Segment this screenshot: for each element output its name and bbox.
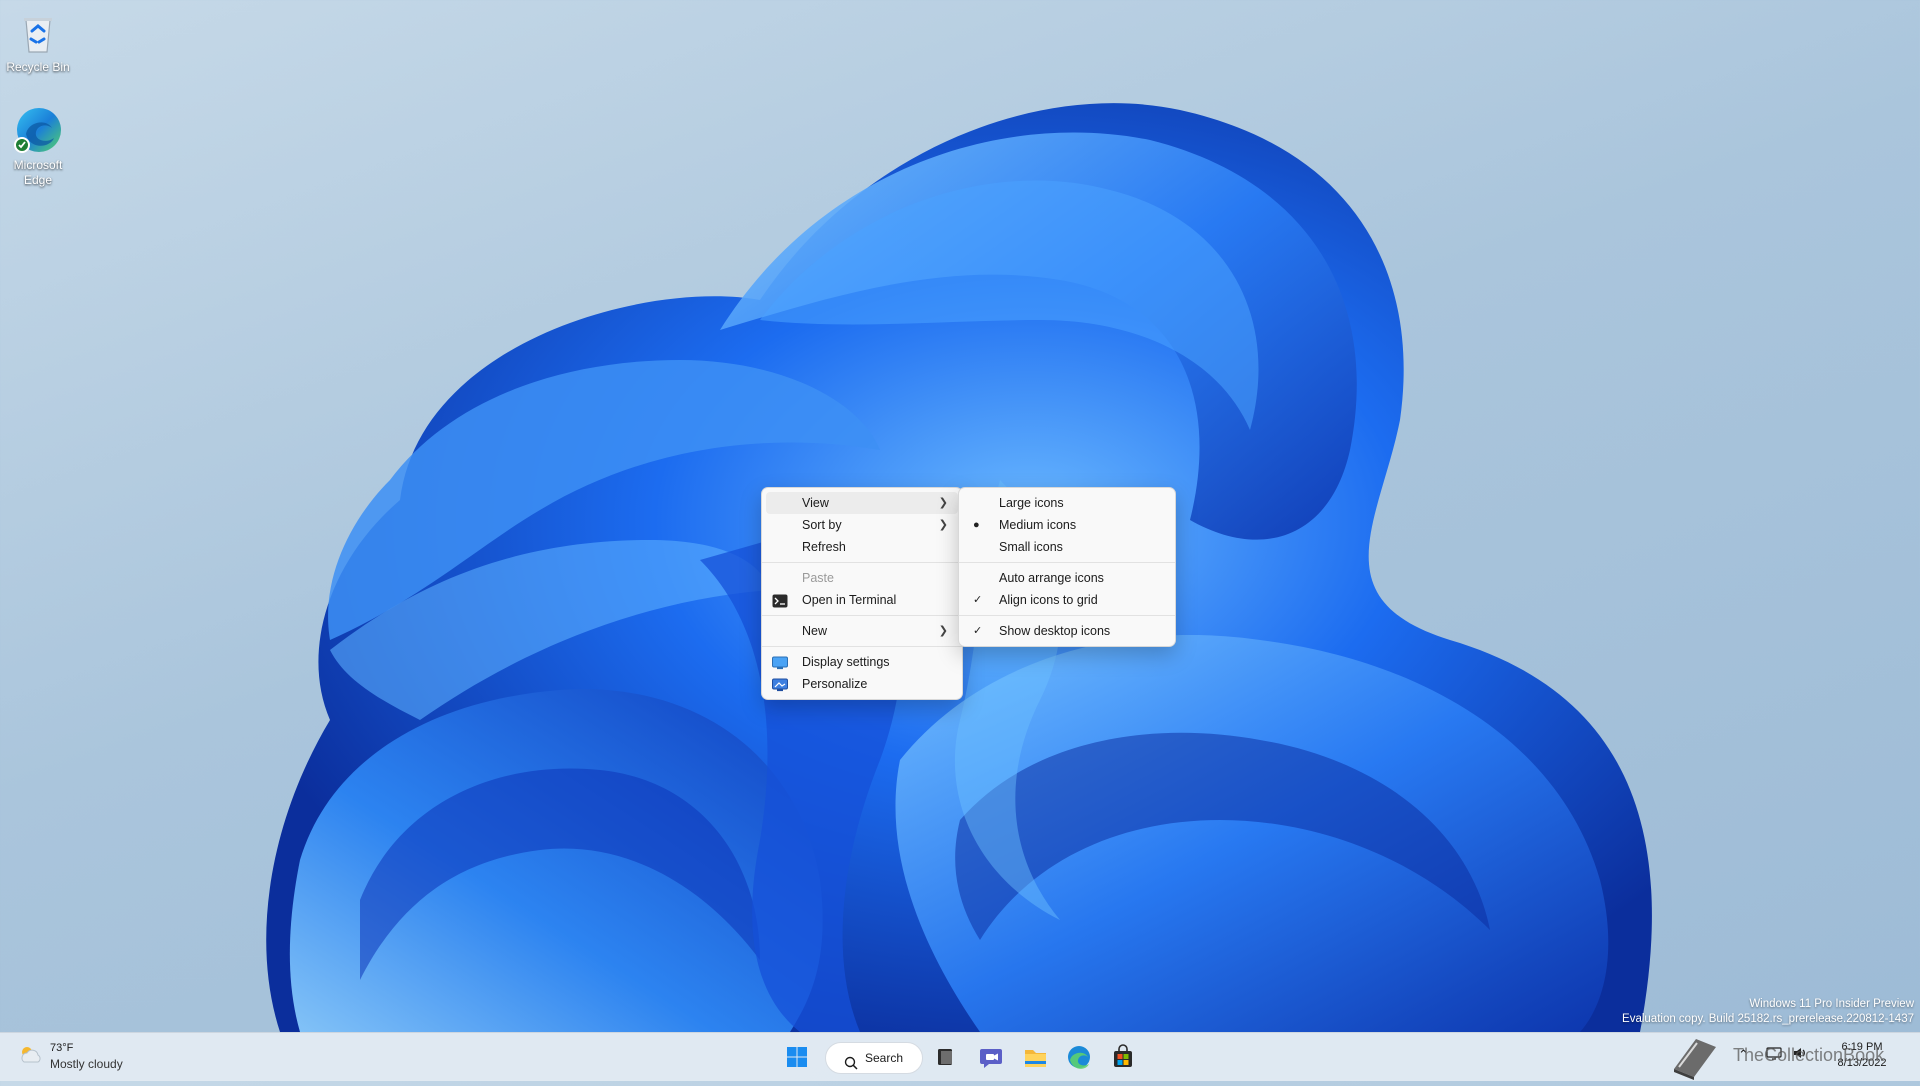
store-icon (1114, 1044, 1132, 1067)
submenu-item-align-to-grid[interactable]: ✓ Align icons to grid (963, 589, 1171, 611)
menu-item-refresh-label: Refresh (802, 540, 846, 554)
checkmark-icon: ✓ (973, 594, 983, 606)
menu-item-new-label: New (802, 624, 828, 638)
build-watermark-line1: Windows 11 Pro Insider Preview (1749, 998, 1914, 1010)
menu-separator (959, 615, 1175, 616)
build-watermark-line2: Evaluation copy. Build 25182.rs_prerelea… (1622, 1013, 1914, 1025)
show-icons-label: Show desktop icons (999, 624, 1111, 638)
menu-separator (762, 615, 962, 616)
menu-item-paste: Paste (766, 567, 958, 589)
weather-condition: Mostly cloudy (50, 1057, 123, 1071)
display-settings-icon (772, 655, 788, 670)
chevron-right-icon: ❯ (938, 625, 948, 637)
weather-temp: 73°F (50, 1042, 74, 1054)
weather-widget[interactable]: 73°F Mostly cloudy (16, 1042, 156, 1074)
medium-icons-label: Medium icons (999, 518, 1077, 532)
folder-icon (1025, 1050, 1046, 1067)
chevron-right-icon: ❯ (938, 519, 948, 531)
recycle-bin-desktop-icon[interactable]: Recycle Bin (0, 6, 78, 75)
submenu-item-small-icons[interactable]: Small icons (963, 536, 1171, 558)
file-explorer-button[interactable] (1017, 1039, 1053, 1075)
chevron-right-icon: ❯ (938, 497, 948, 509)
collection-book-text: TheCollectionBook (1733, 1045, 1885, 1065)
edge-label: Microsoft Edge (13, 158, 63, 187)
edge-taskbar-button[interactable] (1061, 1039, 1097, 1075)
menu-item-paste-label: Paste (802, 571, 834, 585)
chat-button[interactable] (973, 1039, 1009, 1075)
small-icons-label: Small icons (999, 540, 1063, 554)
weather-cloudy-icon (18, 1044, 44, 1071)
menu-item-sort-by[interactable]: Sort by ❯ (766, 514, 958, 536)
auto-arrange-label: Auto arrange icons (999, 571, 1104, 585)
taskbar-search[interactable]: Search (825, 1042, 923, 1074)
submenu-item-medium-icons[interactable]: ● Medium icons (963, 514, 1171, 536)
teams-chat-icon (980, 1049, 1002, 1068)
view-submenu: Large icons ● Medium icons Small icons A… (958, 487, 1176, 647)
menu-item-display-settings-label: Display settings (802, 655, 890, 669)
menu-item-view[interactable]: View ❯ (766, 492, 958, 514)
recycle-bin-label: Recycle Bin (6, 60, 70, 74)
desktop-context-menu: View ❯ Sort by ❯ Refresh Paste Open in T… (761, 487, 963, 700)
task-view-icon (938, 1049, 952, 1065)
windows-logo-icon (787, 1047, 807, 1067)
store-button[interactable] (1105, 1039, 1141, 1075)
search-label: Search (865, 1051, 904, 1065)
book-logo-icon (1666, 1033, 1722, 1086)
menu-item-open-in-terminal[interactable]: Open in Terminal (766, 589, 958, 611)
menu-item-view-label: View (802, 496, 829, 510)
taskbar: 73°F Mostly cloudy Search ⌃ 6:19 PM 8/13… (0, 1032, 1920, 1081)
edge-desktop-icon[interactable]: Microsoft Edge (0, 104, 78, 188)
menu-item-open-in-terminal-label: Open in Terminal (802, 593, 897, 607)
start-button[interactable] (779, 1039, 815, 1075)
menu-item-display-settings[interactable]: Display settings (766, 651, 958, 673)
large-icons-label: Large icons (999, 496, 1064, 510)
checkmark-icon: ✓ (973, 625, 983, 637)
recycle-bin-icon (12, 6, 64, 58)
submenu-item-show-desktop-icons[interactable]: ✓ Show desktop icons (963, 620, 1171, 642)
task-view-button[interactable] (927, 1039, 963, 1075)
menu-separator (959, 562, 1175, 563)
personalize-icon (772, 677, 788, 692)
radio-dot-icon: ● (973, 519, 980, 531)
edge-icon (12, 104, 64, 156)
menu-item-sort-by-label: Sort by (802, 518, 842, 532)
menu-separator (762, 562, 962, 563)
menu-item-refresh[interactable]: Refresh (766, 536, 958, 558)
align-grid-label: Align icons to grid (999, 593, 1098, 607)
edge-icon (1068, 1046, 1090, 1069)
menu-item-personalize[interactable]: Personalize (766, 673, 958, 695)
submenu-item-auto-arrange[interactable]: Auto arrange icons (963, 567, 1171, 589)
menu-item-personalize-label: Personalize (802, 677, 868, 691)
menu-separator (762, 646, 962, 647)
menu-item-new[interactable]: New ❯ (766, 620, 958, 642)
terminal-icon (772, 593, 788, 608)
submenu-item-large-icons[interactable]: Large icons (963, 492, 1171, 514)
search-icon (844, 1051, 858, 1081)
